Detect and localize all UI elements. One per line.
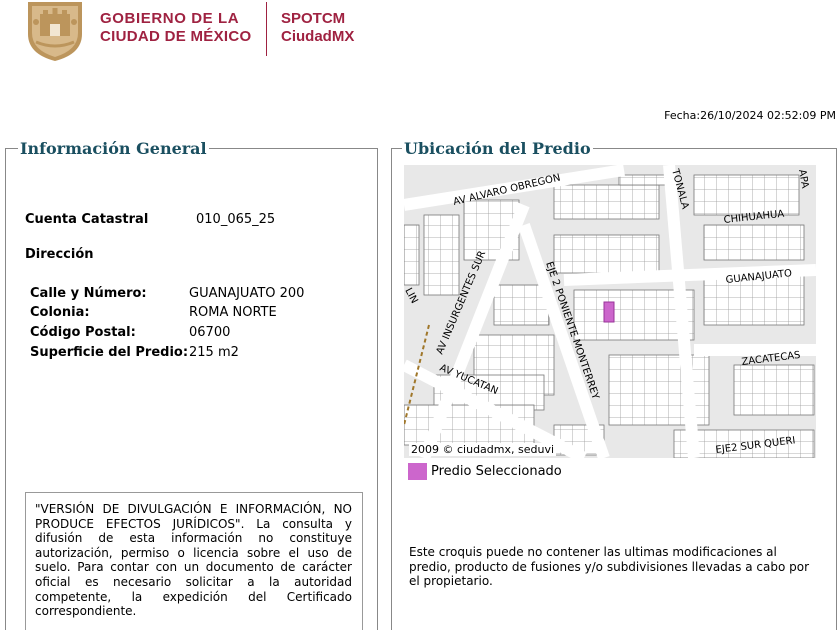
selected-parcel-swatch bbox=[408, 463, 427, 480]
cuenta-catastral-value: 010_065_25 bbox=[196, 212, 276, 227]
general-info-legend: Información General bbox=[18, 139, 209, 159]
codigo-postal-label: Código Postal: bbox=[30, 325, 136, 340]
gov-line-2: CIUDAD DE MÉXICO bbox=[100, 28, 252, 45]
selected-parcel[interactable] bbox=[603, 301, 615, 323]
location-legend: Ubicación del Predio bbox=[402, 139, 593, 159]
selected-parcel-legend-label: Predio Seleccionado bbox=[431, 464, 562, 479]
codigo-postal-value: 06700 bbox=[189, 325, 231, 340]
superficie-label: Superficie del Predio: bbox=[30, 345, 189, 360]
cdmx-coat-of-arms-icon bbox=[28, 2, 82, 61]
header-divider bbox=[266, 2, 267, 56]
gov-line-1: GOBIERNO DE LA bbox=[100, 10, 240, 27]
colonia-label: Colonia: bbox=[30, 305, 90, 320]
legal-disclaimer: "VERSIÓN DE DIVULGACIÓN E INFORMACIÓN, N… bbox=[25, 492, 363, 630]
cuenta-catastral-label: Cuenta Catastral bbox=[25, 212, 149, 227]
app-line-2: CiudadMX bbox=[281, 28, 355, 45]
map-canvas[interactable]: AV ALVARO OBREGON TONALA APA CHIHUAHUA G… bbox=[404, 165, 816, 458]
app-line-1: SPOTCM bbox=[281, 10, 346, 27]
map-credit: 2009 © ciudadmx, seduvi bbox=[409, 443, 557, 456]
calle-label: Calle y Número: bbox=[30, 286, 147, 301]
parcel-map[interactable]: AV ALVARO OBREGON TONALA APA CHIHUAHUA G… bbox=[404, 165, 816, 458]
map-note: Este croquis puede no contener las ultim… bbox=[409, 545, 810, 589]
calle-value: GUANAJUATO 200 bbox=[189, 286, 305, 301]
app-name: SPOTCM CiudadMX bbox=[281, 10, 354, 46]
colonia-value: ROMA NORTE bbox=[189, 305, 277, 320]
date-stamp: Fecha:26/10/2024 02:52:09 PM bbox=[664, 109, 836, 122]
direccion-label: Dirección bbox=[25, 247, 94, 262]
government-name: GOBIERNO DE LA CIUDAD DE MÉXICO bbox=[100, 10, 251, 46]
superficie-value: 215 m2 bbox=[189, 345, 239, 360]
